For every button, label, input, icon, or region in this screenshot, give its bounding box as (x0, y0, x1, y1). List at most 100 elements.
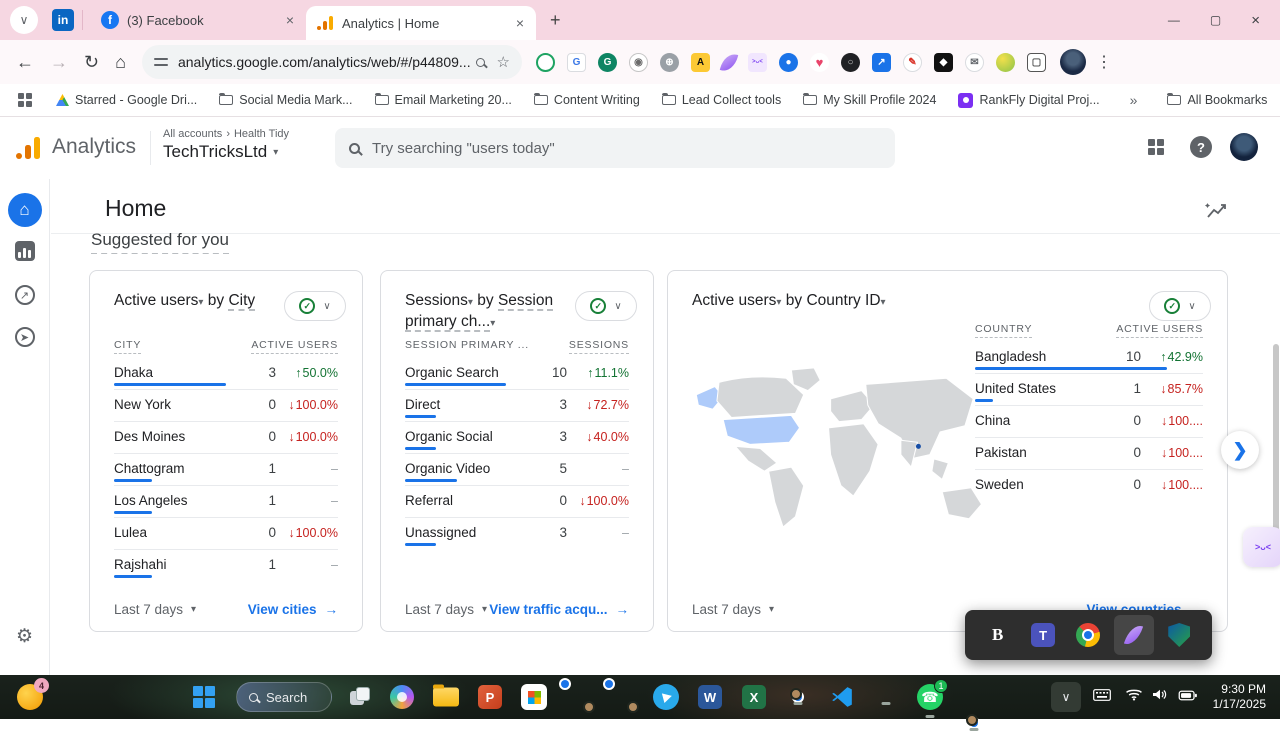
column-header[interactable]: SESSION PRIMARY ... (405, 339, 529, 351)
assistant-extension-icon[interactable]: >ᴗ< (748, 53, 767, 72)
url-text[interactable]: analytics.google.com/analytics/web/#/p44… (178, 54, 476, 70)
extension-icon[interactable]: ◆ (934, 53, 953, 72)
copilot-button[interactable] (390, 685, 414, 709)
row-label[interactable]: Organic Social (405, 429, 531, 444)
taskbar-search[interactable]: Search (236, 682, 332, 712)
tab-search-button[interactable]: ∨ (10, 6, 38, 34)
row-label[interactable]: Pakistan (975, 445, 1105, 460)
extension-icon[interactable]: A (691, 53, 710, 72)
close-tab-icon[interactable]: × (284, 12, 296, 28)
pen-extension-icon[interactable]: ✎ (903, 53, 922, 72)
widgets-button[interactable]: 4 (17, 684, 43, 710)
capture-extension-icon[interactable]: ◉ (629, 53, 648, 72)
row-label[interactable]: Organic Search (405, 365, 531, 380)
feather-extension-icon[interactable] (720, 51, 738, 73)
heart-extension-icon[interactable]: ♥ (810, 53, 829, 72)
row-label[interactable]: Referral (405, 493, 531, 508)
row-label[interactable]: Lulea (114, 525, 240, 540)
start-button[interactable] (193, 686, 215, 708)
share-extension-icon[interactable]: ↗ (872, 53, 891, 72)
chrome-profile-button[interactable] (609, 684, 635, 710)
extension-icon[interactable] (536, 53, 555, 72)
telegram-button[interactable] (653, 684, 679, 710)
date-range-selector[interactable]: Last 7 days▾ (692, 602, 774, 617)
column-header[interactable]: ACTIVE USERS (251, 339, 338, 354)
card-status-pill[interactable]: ✓ ∨ (284, 291, 346, 321)
assistant-widget-button[interactable]: >ᴗ< (1243, 527, 1280, 567)
column-header[interactable]: SESSIONS (569, 339, 629, 354)
grammarly-extension-icon[interactable]: G (598, 53, 617, 72)
bookmark-folder[interactable]: Social Media Mark... (219, 93, 352, 107)
chrome-profile-button[interactable] (565, 684, 591, 710)
nav-explore-icon[interactable]: ↗ (15, 285, 35, 305)
excel-button[interactable]: X (742, 685, 766, 709)
site-info-icon[interactable] (154, 57, 168, 67)
metric-selector[interactable]: Sessions (405, 292, 468, 309)
pinned-tab-linkedin[interactable]: in (52, 9, 74, 31)
bookmark-folder[interactable]: Content Writing (534, 93, 640, 107)
dimension-selector[interactable]: Country ID (806, 292, 880, 309)
column-header[interactable]: COUNTRY (975, 323, 1032, 338)
task-view-button[interactable] (350, 687, 370, 707)
clipboard-extension-icon[interactable]: ▢ (1027, 53, 1046, 72)
account-avatar[interactable] (1230, 133, 1258, 161)
row-label[interactable]: Chattogram (114, 461, 240, 476)
tray-feather-app[interactable] (1114, 615, 1154, 655)
row-label[interactable]: Sweden (975, 477, 1105, 492)
browser-home-button[interactable]: ⌂ (115, 52, 126, 73)
date-range-selector[interactable]: Last 7 days▾ (114, 602, 196, 617)
bookmark-folder[interactable]: Email Marketing 20... (375, 93, 512, 107)
row-label[interactable]: Unassigned (405, 525, 531, 540)
new-tab-button[interactable]: + (550, 10, 561, 31)
analytics-logo-icon[interactable] (16, 135, 42, 161)
metric-selector[interactable]: Active users (692, 292, 776, 309)
word-button[interactable]: W (698, 685, 722, 709)
whatsapp-button[interactable]: ☎1 (917, 684, 943, 710)
nav-reports-icon[interactable] (15, 241, 35, 261)
nav-advertising-icon[interactable]: ➤ (15, 327, 35, 347)
touch-keyboard-icon[interactable] (1093, 688, 1111, 706)
nav-home-icon[interactable]: ⌂ (8, 193, 42, 227)
bookmark-folder[interactable]: Lead Collect tools (662, 93, 781, 107)
row-label[interactable]: Dhaka (114, 365, 240, 380)
analytics-search-bar[interactable]: Try searching "users today" (335, 128, 895, 168)
pin-extension-icon[interactable]: ● (779, 53, 798, 72)
insights-icon[interactable] (1204, 201, 1230, 228)
tab-analytics[interactable]: Analytics | Home × (306, 6, 536, 40)
close-window-button[interactable]: × (1251, 12, 1260, 29)
apps-grid-icon[interactable] (18, 93, 32, 107)
row-label[interactable]: United States (975, 381, 1105, 396)
help-icon[interactable]: ? (1190, 136, 1212, 158)
card-status-pill[interactable]: ✓ ∨ (575, 291, 637, 321)
tray-teams[interactable]: T (1023, 615, 1063, 655)
bookmarks-overflow-icon[interactable]: » (1130, 92, 1138, 108)
world-map[interactable] (688, 363, 998, 535)
back-button[interactable]: ← (16, 52, 34, 73)
bookmark-folder[interactable]: My Skill Profile 2024 (803, 93, 936, 107)
file-explorer-button[interactable] (433, 688, 459, 707)
battery-icon[interactable] (1179, 688, 1198, 706)
extension-icon[interactable] (996, 53, 1015, 72)
row-label[interactable]: Des Moines (114, 429, 240, 444)
zoom-icon[interactable] (476, 58, 485, 67)
metric-selector[interactable]: Active users (114, 292, 198, 309)
powerpoint-button[interactable]: P (478, 685, 502, 709)
tab-facebook[interactable]: f (3) Facebook × (91, 3, 306, 37)
browser-profile-avatar[interactable] (1060, 49, 1086, 75)
bookmark-starred-drive[interactable]: Starred - Google Dri... (56, 93, 197, 107)
all-bookmarks-button[interactable]: All Bookmarks (1167, 93, 1267, 107)
row-label[interactable]: Bangladesh (975, 349, 1105, 364)
row-label[interactable]: Los Angeles (114, 493, 240, 508)
microsoft-store-button[interactable] (521, 684, 547, 710)
row-label[interactable]: Rajshahi (114, 557, 240, 572)
column-header[interactable]: CITY (114, 339, 141, 354)
account-switcher[interactable]: All accounts›Health Tidy TechTricksLtd▾ (163, 128, 289, 162)
vscode-button[interactable] (830, 685, 854, 709)
address-bar[interactable]: analytics.google.com/analytics/web/#/p44… (142, 45, 522, 79)
view-traffic-link[interactable]: View traffic acqu...→ (489, 602, 629, 617)
dimension-selector[interactable]: City (228, 292, 255, 311)
mail-extension-icon[interactable]: ✉ (965, 53, 984, 72)
view-cities-link[interactable]: View cities→ (248, 602, 338, 617)
tray-hidden-icons-button[interactable]: ∨ (1051, 682, 1081, 712)
nav-admin-gear-icon[interactable]: ⚙ (16, 625, 33, 648)
